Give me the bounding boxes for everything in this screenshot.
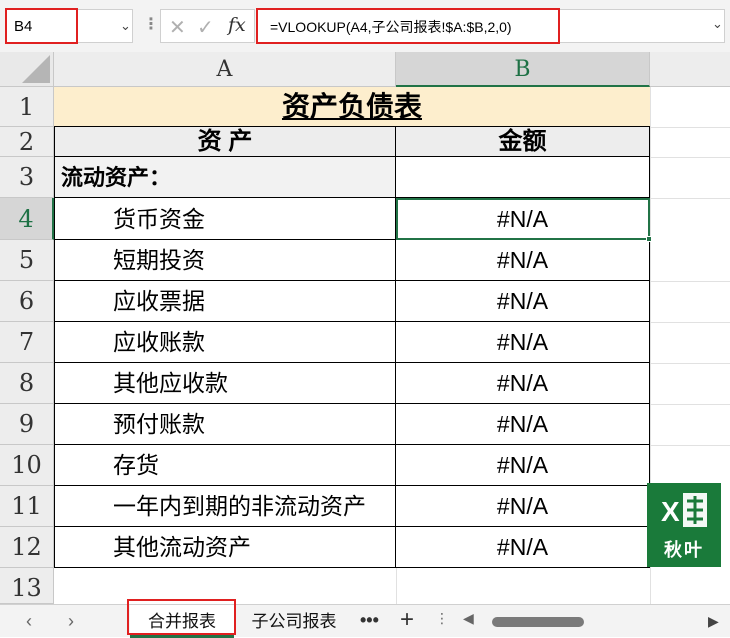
item-name[interactable]: 短期投资 — [54, 240, 396, 281]
row-header-4[interactable]: 4 — [0, 198, 54, 240]
row-header-3[interactable]: 3 — [0, 157, 54, 198]
expand-formula-icon[interactable]: ⌄ — [712, 16, 723, 32]
horizontal-scrollbar[interactable] — [492, 617, 584, 627]
formula-highlight — [256, 8, 560, 44]
brand-logo: X 秋叶 — [647, 483, 721, 567]
sheet-title[interactable]: 资产负债表 — [54, 87, 650, 127]
gridline — [650, 445, 730, 446]
item-name[interactable]: 预付账款 — [54, 404, 396, 445]
item-value[interactable]: #N/A — [396, 445, 650, 486]
gridline — [650, 157, 730, 158]
column-header-b[interactable]: B — [396, 52, 650, 87]
scroll-left-icon[interactable]: ◀ — [463, 610, 474, 627]
excel-logo-icon: X — [661, 493, 707, 527]
item-value[interactable]: #N/A — [396, 240, 650, 281]
gridline — [650, 198, 730, 199]
item-value[interactable]: #N/A — [396, 322, 650, 363]
column-header-a[interactable]: A — [54, 52, 396, 87]
cancel-icon[interactable]: ✕ — [169, 15, 186, 40]
item-name[interactable]: 应收账款 — [54, 322, 396, 363]
item-value[interactable]: #N/A — [396, 527, 650, 568]
row-header-11[interactable]: 11 — [0, 486, 54, 527]
gridline — [650, 322, 730, 323]
row-header-2[interactable]: 2 — [0, 127, 54, 157]
chevron-right-icon[interactable]: › — [68, 611, 74, 632]
tab-highlight — [127, 599, 236, 635]
cell-b3[interactable] — [396, 157, 650, 198]
more-sheets-icon[interactable]: ••• — [360, 610, 379, 631]
row-header-7[interactable]: 7 — [0, 322, 54, 363]
chevron-left-icon[interactable]: ‹ — [26, 611, 32, 632]
more-vertical-icon: ⋮ — [435, 610, 449, 626]
item-name[interactable]: 其他应收款 — [54, 363, 396, 404]
row-header-13[interactable]: 13 — [0, 568, 54, 604]
item-name[interactable]: 其他流动资产 — [54, 527, 396, 568]
gridline — [396, 568, 397, 604]
row-header-5[interactable]: 5 — [0, 240, 54, 281]
insert-function-icon[interactable]: fx — [228, 14, 246, 36]
row-header-12[interactable]: 12 — [0, 527, 54, 568]
header-asset[interactable]: 资 产 — [54, 127, 396, 157]
row-header-10[interactable]: 10 — [0, 445, 54, 486]
header-amount[interactable]: 金额 — [396, 127, 650, 157]
enter-icon[interactable]: ✓ — [197, 15, 214, 40]
more-vertical-icon[interactable]: ⋮ — [143, 14, 159, 34]
section-current-assets[interactable]: 流动资产： — [54, 157, 396, 198]
logo-text: 秋叶 — [664, 540, 704, 560]
row-header-1[interactable]: 1 — [0, 87, 54, 127]
formula-buttons: ✕ ✓ fx — [160, 9, 255, 43]
logo-letter: X — [661, 496, 680, 527]
chevron-down-icon[interactable]: ⌄ — [120, 18, 131, 34]
gridline — [650, 127, 730, 128]
sheet-tab-subsidiary[interactable]: 子公司报表 — [244, 605, 344, 638]
scroll-right-icon[interactable]: ▶ — [708, 613, 719, 630]
name-box-highlight — [5, 8, 78, 44]
row-header-8[interactable]: 8 — [0, 363, 54, 404]
item-name[interactable]: 应收票据 — [54, 281, 396, 322]
fill-handle[interactable] — [646, 236, 652, 242]
item-name[interactable]: 存货 — [54, 445, 396, 486]
row-header-9[interactable]: 9 — [0, 404, 54, 445]
item-value[interactable]: #N/A — [396, 363, 650, 404]
item-value[interactable]: #N/A — [396, 404, 650, 445]
sheet-tab-bar: ‹ › 合并报表 子公司报表 ••• + ⋮ ◀ ▶ — [0, 604, 730, 638]
gridline — [650, 363, 730, 364]
item-name[interactable]: 货币资金 — [54, 198, 396, 240]
item-value[interactable]: #N/A — [396, 281, 650, 322]
column-header-c[interactable] — [650, 52, 730, 87]
gridline — [650, 404, 730, 405]
formula-bar: B4 ⌄ ⋮ ✕ ✓ fx =VLOOKUP(A4,子公司报表!$A:$B,2,… — [0, 0, 730, 52]
active-cell-outline — [396, 198, 650, 240]
gridline — [650, 281, 730, 282]
row-header-6[interactable]: 6 — [0, 281, 54, 322]
add-sheet-icon[interactable]: + — [400, 606, 414, 634]
item-name[interactable]: 一年内到期的非流动资产 — [54, 486, 396, 527]
item-value[interactable]: #N/A — [396, 486, 650, 527]
select-all-corner[interactable] — [0, 52, 54, 87]
